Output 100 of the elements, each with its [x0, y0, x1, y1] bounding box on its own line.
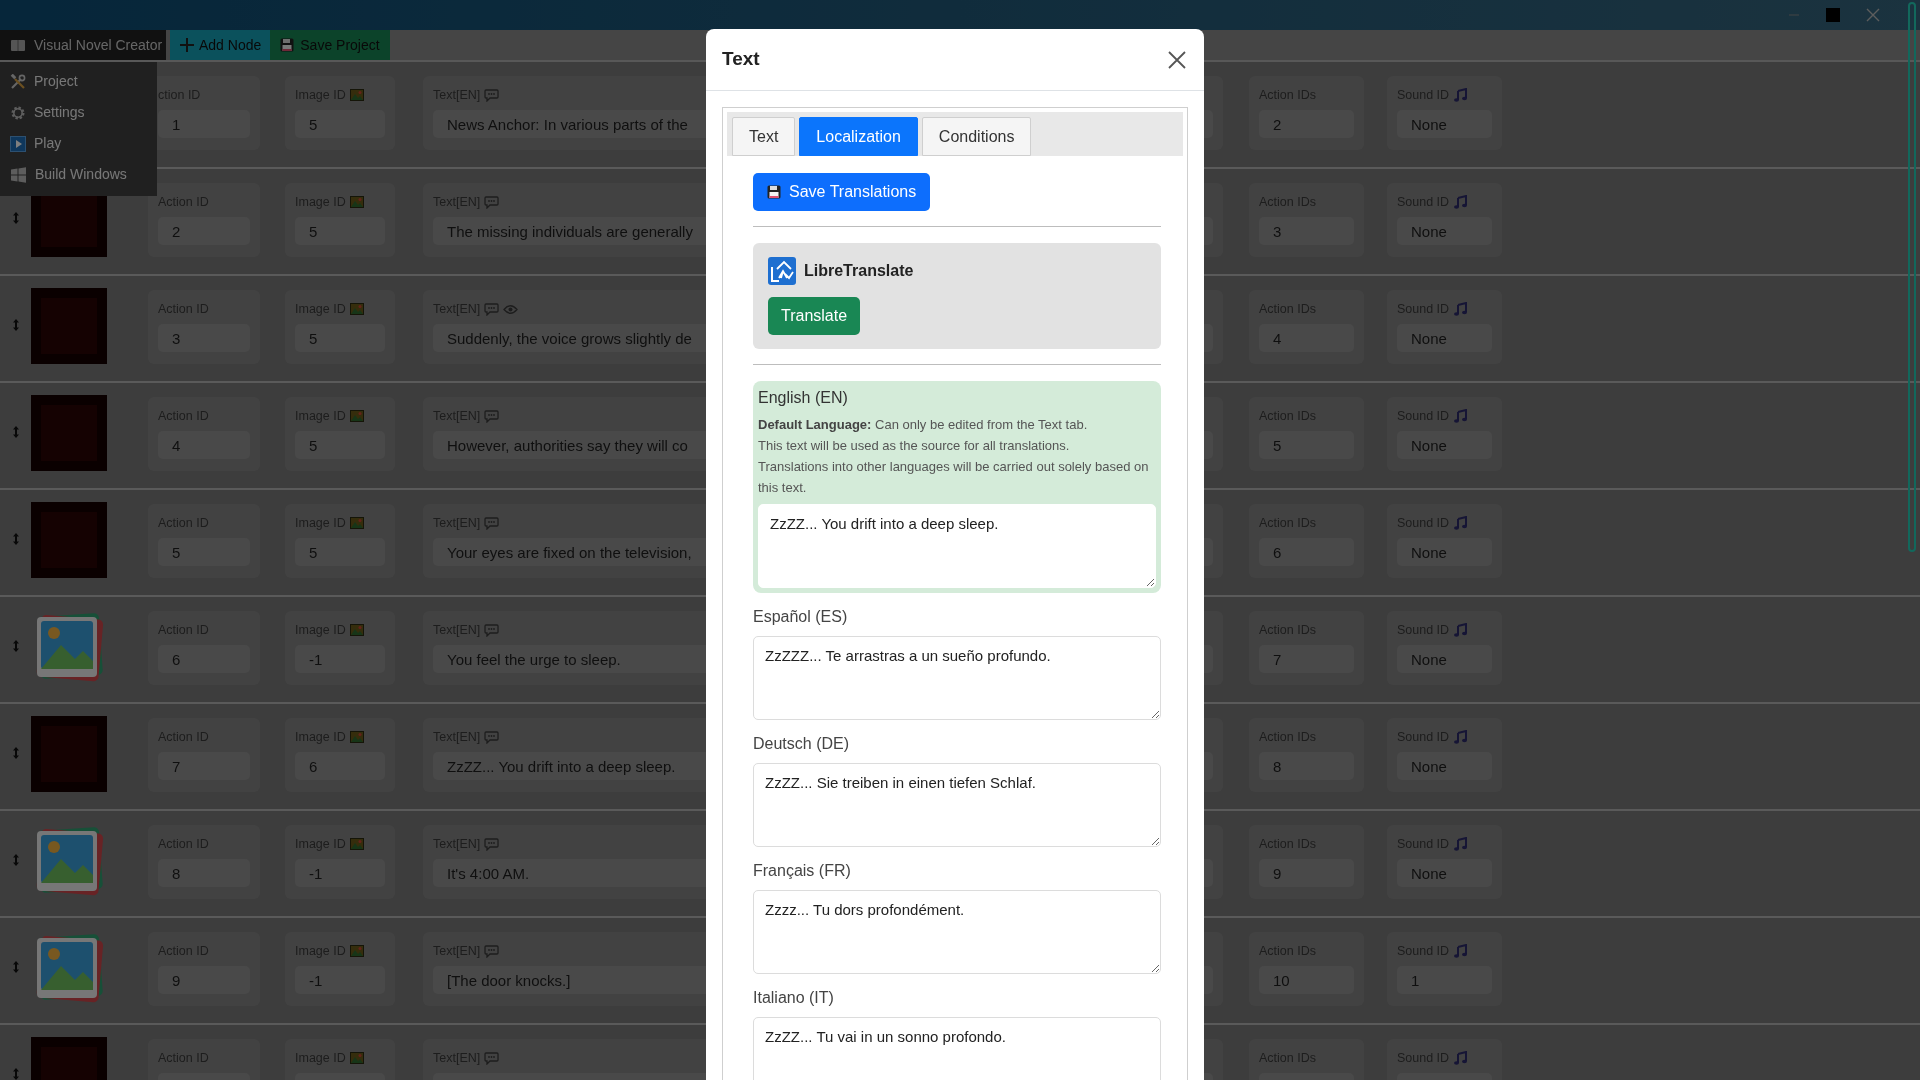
drag-handle-icon[interactable]	[11, 211, 20, 225]
sound-id-field[interactable]: None	[1397, 752, 1492, 780]
action-id-field[interactable]: 8	[158, 859, 250, 887]
language-label: English (EN)	[758, 388, 849, 408]
image-id-field[interactable]: -1	[295, 645, 385, 673]
menu-item[interactable]: Play	[0, 128, 157, 159]
translate-logo-icon	[768, 257, 796, 285]
close-icon[interactable]	[1168, 50, 1186, 69]
chat-bubble-icon	[484, 837, 500, 851]
drag-handle-icon[interactable]	[11, 746, 20, 760]
image-id-field[interactable]: 5	[295, 324, 385, 352]
eye-icon	[503, 303, 519, 315]
help-text: Default Language: Can only be edited from the Text tab. This text will be used as the source for all translations. Translations into other languages will be carried out solely based on this text.	[758, 416, 1150, 497]
action-id-field[interactable]: 9	[158, 966, 250, 994]
music-note-icon	[1453, 730, 1468, 744]
tab[interactable]: Conditions	[921, 117, 1032, 156]
action-ids-field[interactable]: 5	[1259, 431, 1354, 459]
music-note-icon	[1453, 302, 1468, 316]
action-id-field[interactable]: 1	[158, 110, 250, 138]
add-node-button[interactable]: Add Node	[170, 30, 271, 60]
action-id-field[interactable]: 5	[158, 538, 250, 566]
tab[interactable]: Text	[732, 117, 796, 156]
drag-handle-icon[interactable]	[11, 639, 20, 653]
action-id-field[interactable]: 7	[158, 752, 250, 780]
music-note-icon	[1453, 516, 1468, 530]
action-ids-field[interactable]: 8	[1259, 752, 1354, 780]
sound-id-field[interactable]: None	[1397, 217, 1492, 245]
action-ids-field[interactable]: 6	[1259, 538, 1354, 566]
action-ids-field[interactable]: 7	[1259, 645, 1354, 673]
image-id-field[interactable]: 5	[295, 217, 385, 245]
sound-id-field[interactable]: None	[1397, 431, 1492, 459]
chat-bubble-icon	[484, 302, 500, 316]
sound-id-field[interactable]: None	[1397, 645, 1492, 673]
language-label: Español (ES)	[753, 607, 849, 627]
drag-handle-icon[interactable]	[11, 853, 20, 867]
translate-button[interactable]: Translate	[768, 297, 861, 335]
picture-icon	[349, 838, 364, 850]
picture-icon	[349, 410, 364, 422]
chat-bubble-icon	[484, 730, 500, 744]
menu-item[interactable]: Build Windows	[0, 159, 157, 190]
tab[interactable]: Localization	[799, 117, 918, 156]
picture-icon	[349, 517, 364, 529]
image-id-field[interactable]: -1	[295, 859, 385, 887]
chat-bubble-icon	[484, 623, 500, 637]
plus-icon	[179, 37, 195, 53]
image-id-field[interactable]: 6	[295, 752, 385, 780]
save-translations-button[interactable]: Save Translations	[753, 173, 931, 211]
drag-handle-icon[interactable]	[11, 1067, 20, 1080]
action-ids-field[interactable]: 3	[1259, 217, 1354, 245]
picture-icon	[349, 89, 364, 101]
language-label: Français (FR)	[753, 861, 852, 881]
music-note-icon	[1453, 623, 1468, 637]
sound-id-field[interactable]: None	[1397, 324, 1492, 352]
sound-id-field[interactable]: None	[1397, 538, 1492, 566]
sound-id-field[interactable]: None	[1397, 110, 1492, 138]
play-icon	[10, 135, 26, 152]
translation-field[interactable]: ZzZZ... Sie treiben in einen tiefen Schlaf.	[753, 763, 1161, 847]
drag-handle-icon[interactable]	[11, 425, 20, 439]
book-icon	[10, 38, 26, 52]
picture-icon	[349, 731, 364, 743]
action-ids-field[interactable]: 9	[1259, 859, 1354, 887]
translation-field[interactable]: Zzzz... Tu dors profondément.	[753, 890, 1161, 974]
action-ids-field[interactable]: 2	[1259, 110, 1354, 138]
drag-handle-icon[interactable]	[11, 960, 20, 974]
drag-handle-icon[interactable]	[11, 318, 20, 332]
chat-bubble-icon	[484, 944, 500, 958]
chat-bubble-icon	[484, 409, 500, 423]
image-id-field[interactable]: 5	[295, 431, 385, 459]
translation-field[interactable]: ZzZZ... You drift into a deep sleep.	[758, 504, 1156, 588]
chat-bubble-icon	[484, 516, 500, 530]
translation-field[interactable]: ZzZZ... Tu vai in un sonno profondo.	[753, 1017, 1161, 1080]
menu-item[interactable]: Settings	[0, 97, 157, 128]
chat-bubble-icon	[484, 88, 500, 102]
music-note-icon	[1453, 88, 1468, 102]
image-id-field[interactable]: 5	[295, 538, 385, 566]
chat-bubble-icon	[484, 1051, 500, 1065]
sound-id-field[interactable]: None	[1397, 859, 1492, 887]
gear-icon	[10, 104, 26, 121]
save-project-button[interactable]: Save Project	[270, 30, 390, 60]
translation-field[interactable]: ZzZZZ... Te arrastras a un sueño profundo.	[753, 636, 1161, 720]
picture-icon	[349, 196, 364, 208]
action-ids-field[interactable]: 10	[1259, 966, 1354, 994]
chat-bubble-icon	[484, 195, 500, 209]
action-id-field[interactable]: 4	[158, 431, 250, 459]
action-id-field[interactable]: 6	[158, 645, 250, 673]
menu-item[interactable]: Project	[0, 66, 157, 97]
image-id-field[interactable]: 5	[295, 110, 385, 138]
picture-icon	[349, 624, 364, 636]
scrollbar-thumb[interactable]	[1908, 2, 1916, 552]
language-label: Deutsch (DE)	[753, 734, 851, 754]
image-id-field[interactable]: -1	[295, 966, 385, 994]
action-id-field[interactable]: 3	[158, 324, 250, 352]
drag-handle-icon[interactable]	[11, 532, 20, 546]
app-menu-button[interactable]: Visual Novel Creator	[0, 30, 166, 60]
sound-id-field[interactable]: 1	[1397, 966, 1492, 994]
action-ids-field[interactable]: 4	[1259, 324, 1354, 352]
action-id-field[interactable]: 2	[158, 217, 250, 245]
picture-icon	[349, 945, 364, 957]
maximize-icon[interactable]	[1826, 8, 1840, 22]
dialog-title: Text	[722, 48, 760, 71]
